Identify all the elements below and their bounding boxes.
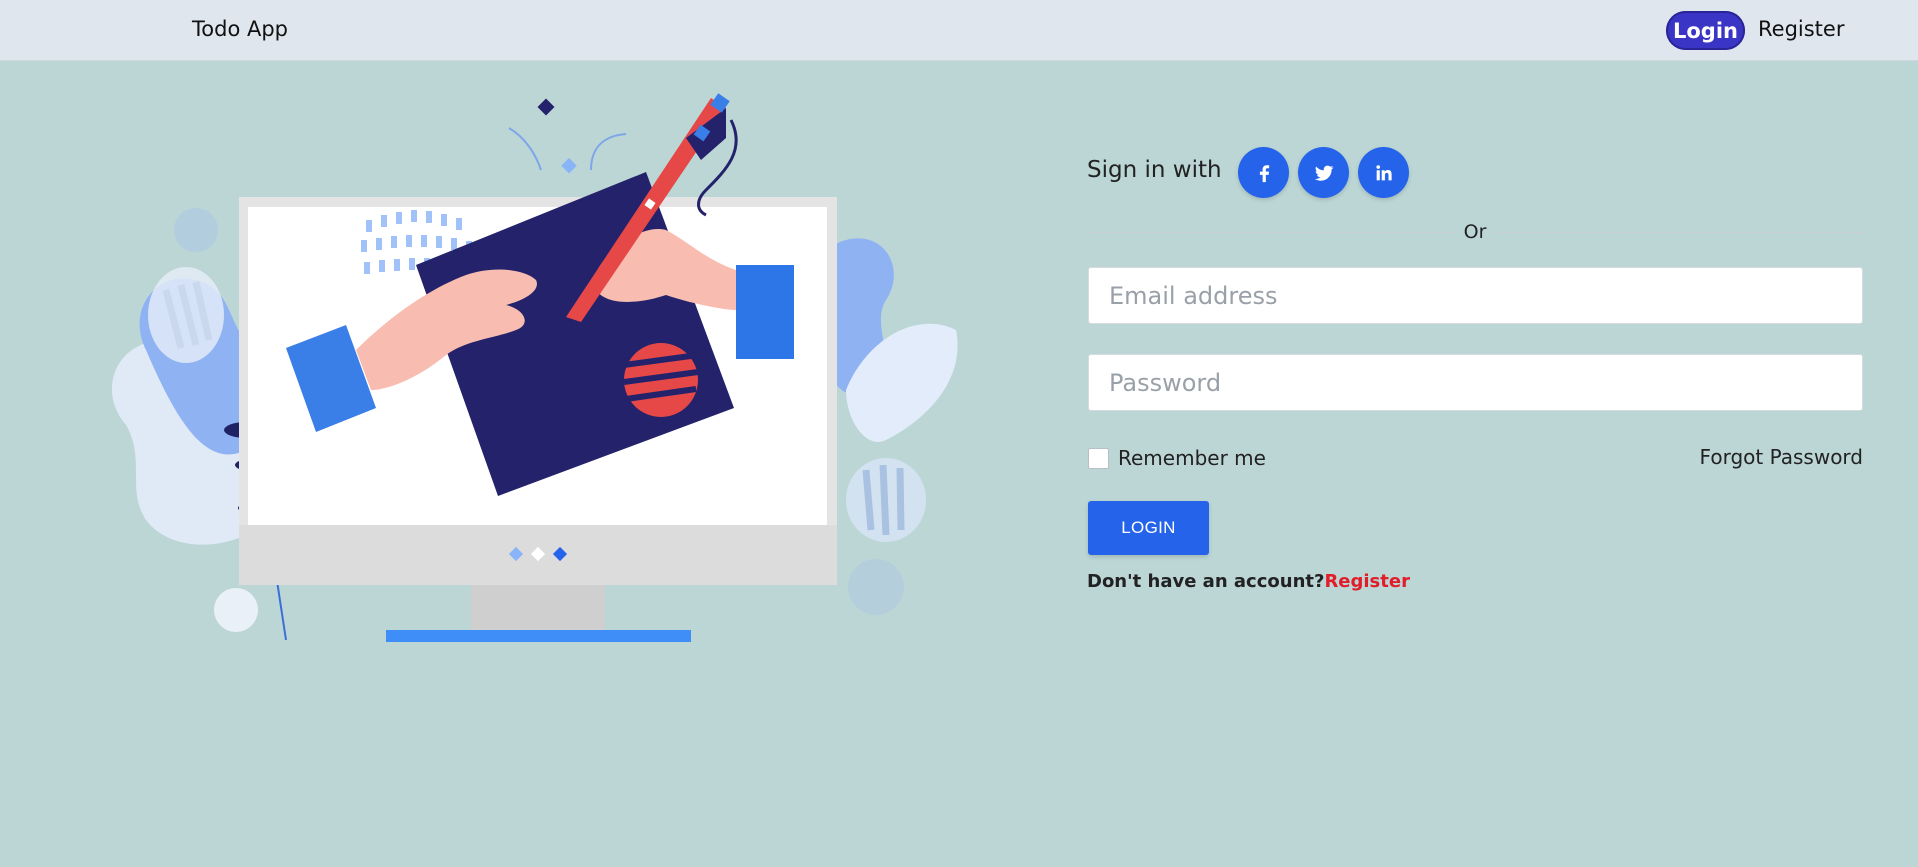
password-input[interactable] <box>1088 354 1863 411</box>
email-input[interactable] <box>1088 267 1863 324</box>
remember-me-label[interactable]: Remember me <box>1118 446 1266 470</box>
register-link[interactable]: Register <box>1324 571 1410 592</box>
linkedin-button[interactable] <box>1358 147 1409 198</box>
twitter-button[interactable] <box>1298 147 1349 198</box>
no-account-text: Don't have an account? <box>1087 571 1325 592</box>
linkedin-icon <box>1375 164 1392 180</box>
nav-register-link[interactable]: Register <box>1758 17 1844 41</box>
forgot-password-link[interactable]: Forgot Password <box>1697 445 1863 469</box>
remember-me-checkbox[interactable] <box>1088 447 1109 469</box>
navbar: Todo App Login Register <box>0 0 1918 61</box>
nav-login-button[interactable]: Login <box>1666 11 1745 50</box>
brand-link[interactable]: Todo App <box>192 17 288 41</box>
remember-me-row[interactable]: Remember me <box>1088 446 1266 470</box>
login-submit-button[interactable]: LOGIN <box>1088 501 1209 555</box>
hero-illustration <box>111 93 958 642</box>
register-prompt: Don't have an account?Register <box>1087 571 1410 592</box>
twitter-icon <box>1314 165 1333 181</box>
or-divider: Or <box>1087 220 1863 246</box>
facebook-button[interactable] <box>1238 147 1289 198</box>
or-text: Or <box>1463 221 1487 243</box>
sign-in-with-label: Sign in with <box>1087 157 1222 183</box>
facebook-icon <box>1259 164 1269 182</box>
